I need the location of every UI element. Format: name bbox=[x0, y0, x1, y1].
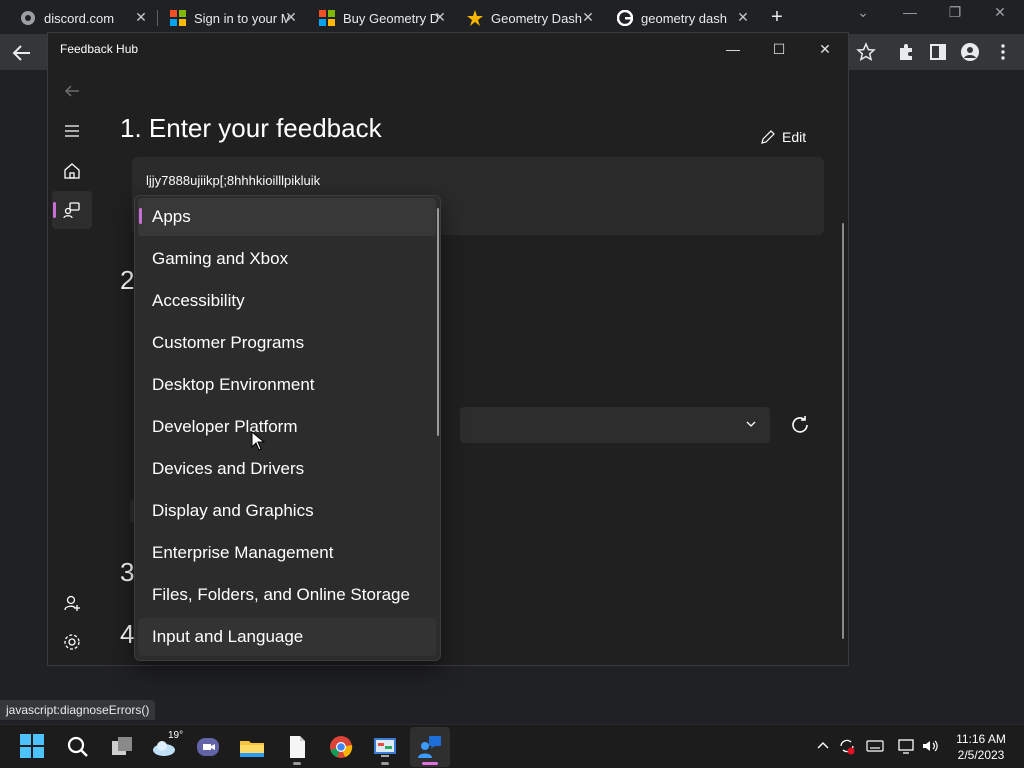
sync-alert-icon[interactable] bbox=[838, 737, 856, 755]
subcategory-dropdown[interactable] bbox=[460, 407, 770, 443]
clock-date: 2/5/2023 bbox=[957, 748, 1005, 762]
more-menu-icon[interactable] bbox=[993, 42, 1013, 62]
task-view-icon[interactable] bbox=[108, 733, 136, 761]
keyboard-icon[interactable] bbox=[866, 737, 884, 755]
step3-number: 3 bbox=[120, 557, 135, 587]
step1-title: 1. Enter your feedback bbox=[120, 113, 382, 143]
google-g-icon bbox=[617, 10, 633, 26]
back-arrow-icon[interactable] bbox=[62, 81, 82, 101]
edit-button[interactable]: Edit bbox=[760, 129, 806, 145]
dropdown-scrollbar[interactable] bbox=[437, 208, 439, 436]
mouse-pointer-icon bbox=[251, 431, 265, 451]
profile-avatar-icon[interactable] bbox=[960, 42, 980, 62]
microsoft-store-icon bbox=[319, 10, 335, 26]
category-option[interactable]: Gaming and Xbox bbox=[138, 240, 436, 278]
globe-icon bbox=[21, 11, 35, 25]
home-icon[interactable] bbox=[62, 161, 82, 181]
bookmark-star-icon[interactable] bbox=[856, 42, 876, 62]
maximize-icon[interactable]: ☐ bbox=[769, 39, 789, 59]
selected-option-indicator bbox=[139, 208, 142, 224]
search-icon[interactable] bbox=[64, 733, 92, 761]
browser-tab-strip: discord.com ✕ Sign in to your Microsoft … bbox=[0, 0, 1024, 34]
close-icon[interactable]: ✕ bbox=[815, 39, 835, 59]
category-option[interactable]: Accessibility bbox=[138, 282, 436, 320]
active-app-indicator bbox=[422, 762, 438, 765]
minimize-icon[interactable]: — bbox=[723, 39, 743, 59]
tab-buy-geometry-dash[interactable]: Buy Geometry Dash ✕ bbox=[299, 4, 454, 32]
chevron-down-icon bbox=[746, 421, 756, 427]
back-arrow-icon[interactable] bbox=[10, 41, 34, 65]
microsoft-logo-icon bbox=[170, 10, 186, 26]
tab-close-icon[interactable]: ✕ bbox=[580, 9, 596, 25]
tab-geometry-dash-star[interactable]: Geometry Dash ✕ bbox=[447, 4, 602, 32]
taskbar: 19° 11:16 AM 2/5/2023 bbox=[0, 724, 1024, 768]
feedback-hub-app-icon[interactable] bbox=[416, 733, 444, 761]
tab-close-icon[interactable]: ✕ bbox=[735, 9, 751, 25]
category-dropdown-list: Apps Gaming and Xbox Accessibility Custo… bbox=[134, 195, 441, 661]
category-option[interactable]: Devices and Drivers bbox=[138, 450, 436, 488]
settings-gear-icon[interactable] bbox=[62, 632, 82, 652]
pencil-icon bbox=[761, 130, 775, 144]
star-icon bbox=[467, 10, 483, 26]
edit-label: Edit bbox=[782, 129, 807, 145]
side-panel-icon[interactable] bbox=[928, 42, 948, 62]
hamburger-menu-icon[interactable] bbox=[62, 121, 82, 141]
volume-icon[interactable] bbox=[921, 737, 939, 755]
account-add-icon[interactable] bbox=[62, 593, 82, 613]
category-option[interactable]: Developer Platform bbox=[138, 408, 436, 446]
new-tab-button[interactable]: + bbox=[767, 7, 787, 27]
step2-number: 2 bbox=[120, 265, 135, 295]
tab-discord[interactable]: discord.com ✕ bbox=[0, 4, 155, 32]
tab-label: geometry dash bbox=[641, 10, 727, 26]
tab-label: Geometry Dash bbox=[491, 10, 583, 26]
window-title: Feedback Hub bbox=[60, 42, 139, 56]
weather-temperature: 19° bbox=[168, 730, 184, 741]
feedback-icon[interactable] bbox=[62, 200, 82, 220]
category-option[interactable]: Files, Folders, and Online Storage bbox=[138, 576, 436, 614]
tab-label: Buy Geometry Dash bbox=[343, 10, 438, 26]
clock-time: 11:16 AM bbox=[956, 732, 1006, 746]
feedback-summary-text: ljjy7888ujiikp[;8hhhkioilllpikluik bbox=[146, 173, 321, 188]
control-panel-icon[interactable] bbox=[371, 733, 399, 761]
app-running-indicator bbox=[381, 762, 389, 765]
tab-close-icon[interactable]: ✕ bbox=[283, 9, 299, 25]
extensions-puzzle-icon[interactable] bbox=[896, 42, 916, 62]
taskbar-clock[interactable]: 11:16 AM 2/5/2023 bbox=[952, 731, 1010, 763]
teams-chat-icon[interactable] bbox=[194, 733, 222, 761]
nav-selected-indicator bbox=[53, 202, 56, 218]
category-option[interactable]: Input and Language bbox=[138, 618, 436, 656]
tab-close-icon[interactable]: ✕ bbox=[432, 9, 448, 25]
tab-google-search[interactable]: geometry dash ✕ bbox=[597, 4, 757, 32]
notepad-file-icon[interactable] bbox=[283, 733, 311, 761]
tab-label: Sign in to your Microsoft bbox=[194, 10, 289, 26]
status-bar-url: javascript:diagnoseErrors() bbox=[0, 700, 156, 720]
page-scrollbar[interactable] bbox=[842, 223, 844, 639]
tab-search-chevron-icon[interactable]: ⌄ bbox=[848, 4, 878, 21]
windows-start-icon[interactable] bbox=[20, 734, 44, 758]
browser-close-icon[interactable]: ✕ bbox=[985, 4, 1015, 21]
category-option[interactable]: Desktop Environment bbox=[138, 366, 436, 404]
category-option[interactable]: Display and Graphics bbox=[138, 492, 436, 530]
chrome-browser-icon[interactable] bbox=[327, 733, 355, 761]
category-option[interactable]: Apps bbox=[138, 198, 436, 236]
tab-label: discord.com bbox=[44, 10, 115, 26]
tab-microsoft-signin[interactable]: Sign in to your Microsoft ✕ bbox=[150, 4, 305, 32]
tab-close-icon[interactable]: ✕ bbox=[133, 9, 149, 25]
category-option[interactable]: Enterprise Management bbox=[138, 534, 436, 572]
step4-number: 4 bbox=[120, 619, 135, 649]
browser-minimize-icon[interactable]: — bbox=[895, 4, 925, 20]
app-running-indicator bbox=[293, 762, 301, 765]
file-explorer-icon[interactable] bbox=[238, 733, 266, 761]
chevron-up-icon[interactable] bbox=[814, 737, 832, 755]
refresh-icon[interactable] bbox=[788, 413, 812, 437]
category-option[interactable]: Customer Programs bbox=[138, 324, 436, 362]
browser-restore-icon[interactable]: ❐ bbox=[940, 4, 970, 21]
network-monitor-icon[interactable] bbox=[897, 737, 915, 755]
